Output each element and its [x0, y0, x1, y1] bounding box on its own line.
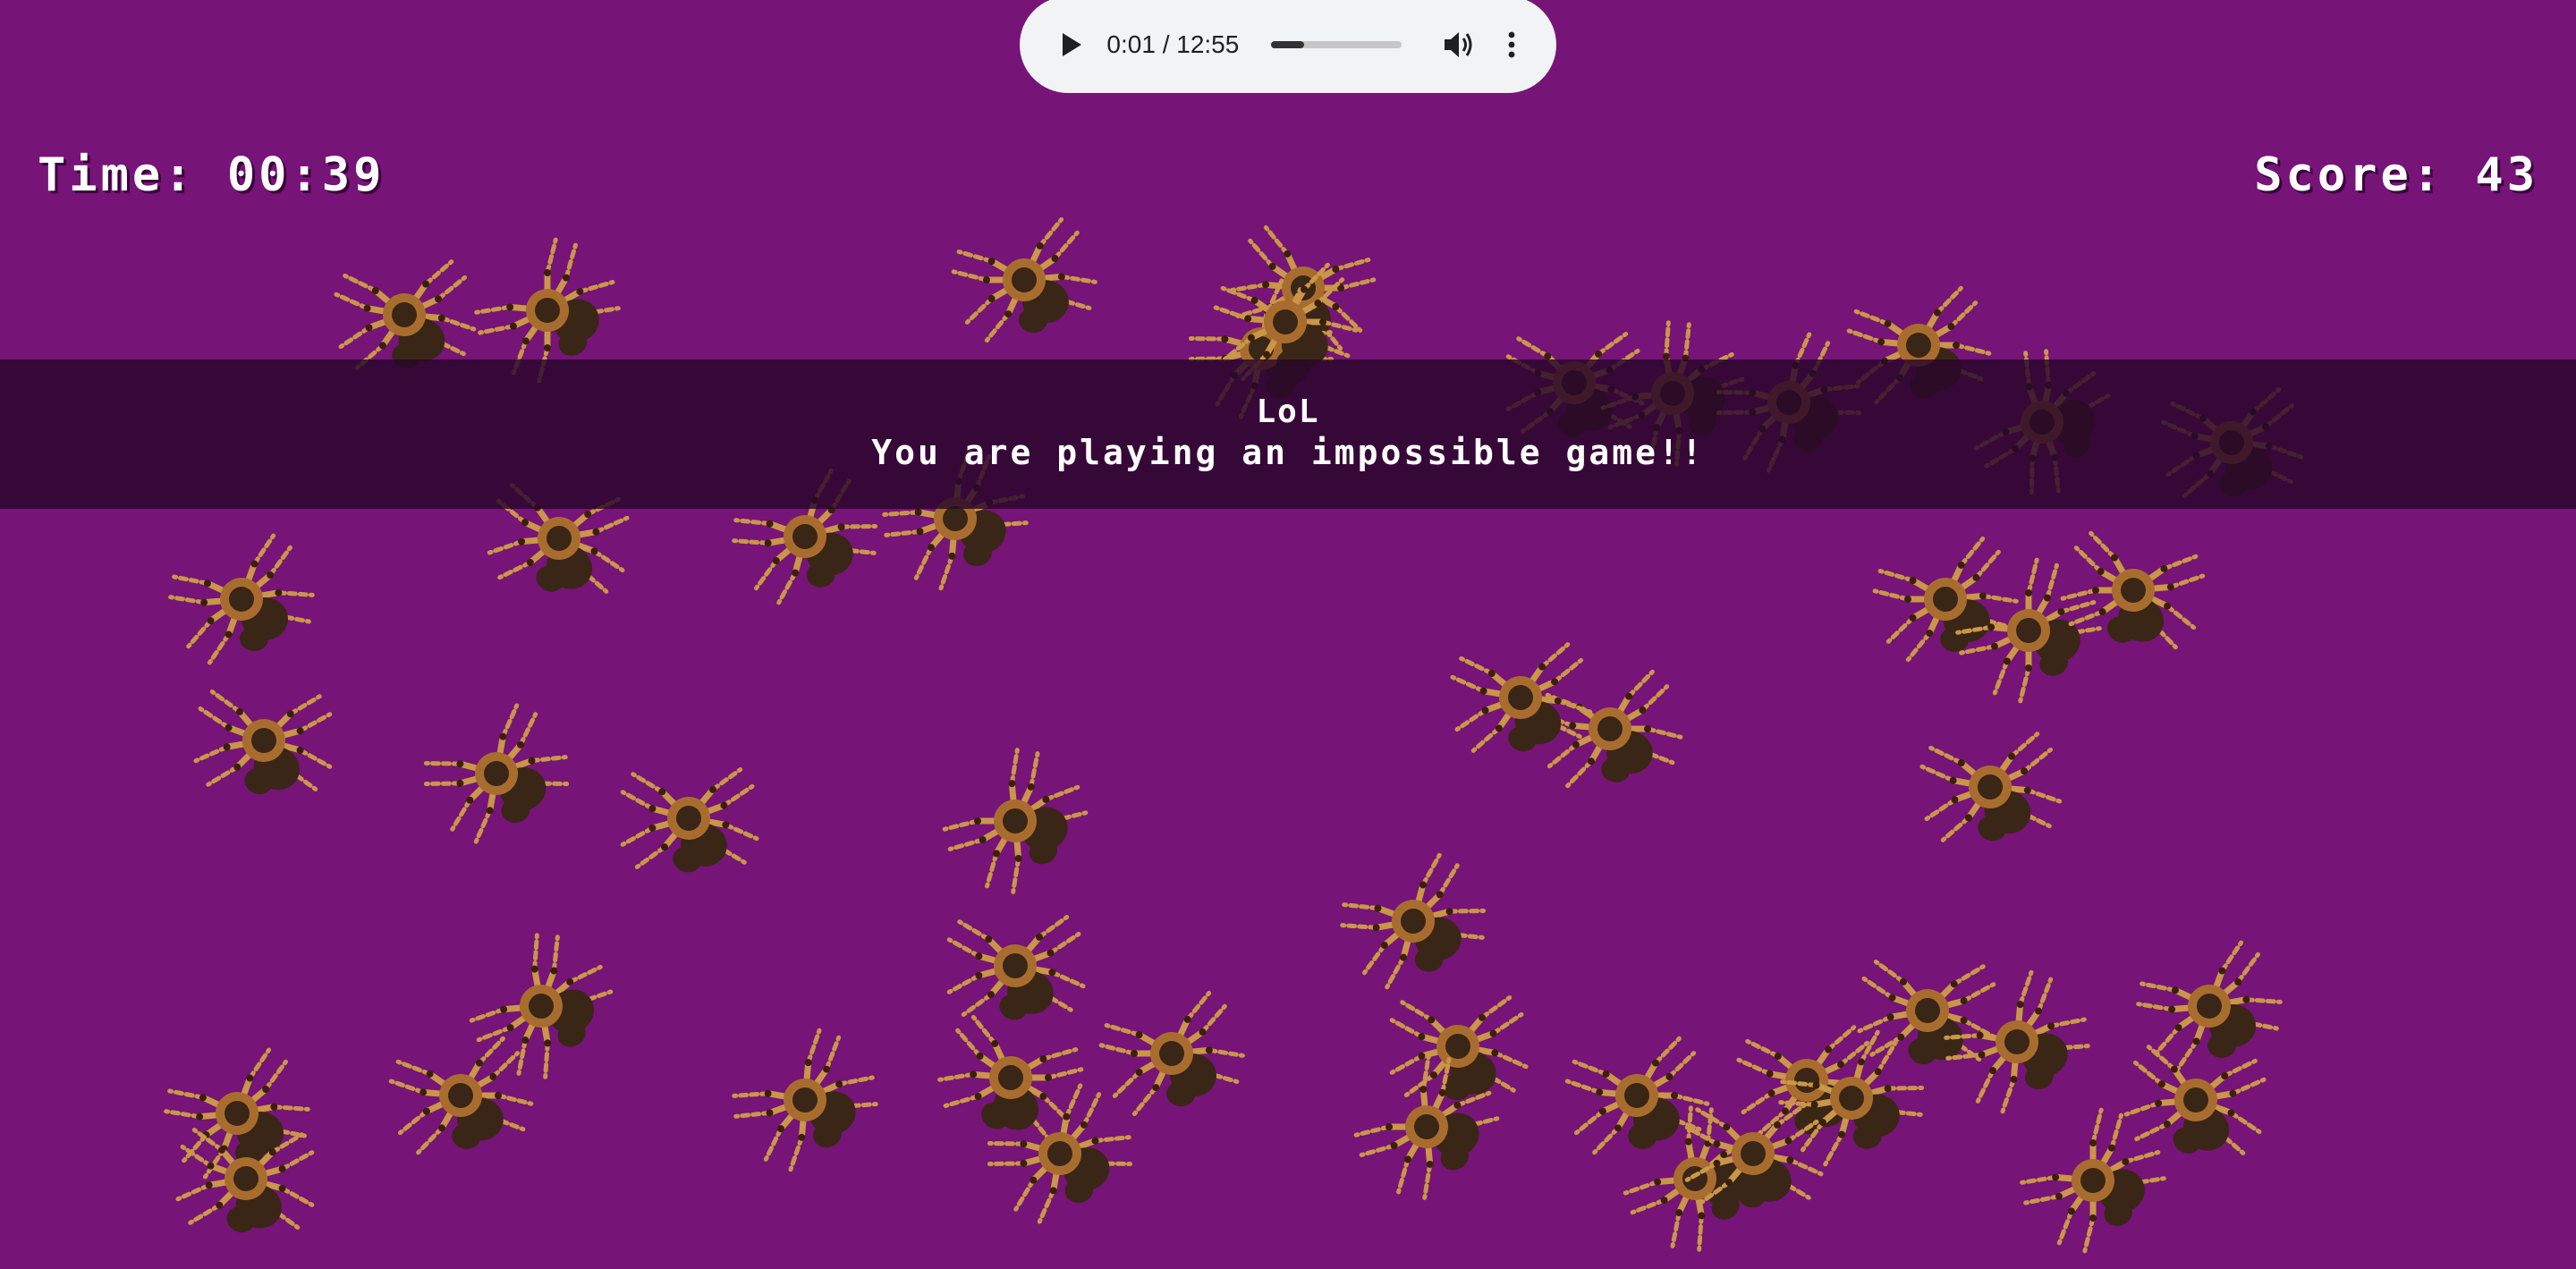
volume-icon — [1444, 32, 1472, 57]
time-display: Time: 00:39 — [38, 148, 386, 202]
spider-target[interactable] — [586, 715, 792, 922]
message-banner: LoL You are playing an impossible game!! — [0, 360, 2576, 509]
audio-progress-slider[interactable] — [1271, 41, 1402, 48]
spider-field[interactable] — [0, 0, 2576, 1269]
game-stage[interactable]: 0:01 / 12:55 Time: 00:39 Score: 43 LoL Y… — [0, 0, 2576, 1269]
play-button[interactable] — [1055, 27, 1087, 63]
spider-target[interactable] — [403, 681, 590, 867]
more-options-button[interactable] — [1503, 27, 1521, 63]
spider-target[interactable] — [936, 192, 1111, 367]
spider-target[interactable] — [1084, 966, 1258, 1140]
spider-target[interactable] — [1892, 689, 2089, 885]
play-icon — [1062, 33, 1081, 56]
volume-button[interactable] — [1441, 27, 1476, 63]
score-display: Score: 43 — [2254, 148, 2538, 202]
audio-player: 0:01 / 12:55 — [1020, 0, 1556, 93]
banner-message: You are playing an impossible game!! — [871, 433, 1705, 472]
spider-target[interactable] — [368, 1003, 555, 1189]
spider-target[interactable] — [707, 1002, 903, 1198]
banner-title: LoL — [1256, 393, 1320, 430]
audio-time-display: 0:01 / 12:55 — [1106, 30, 1240, 58]
more-vertical-icon — [1508, 31, 1515, 58]
audio-progress-fill — [1271, 41, 1305, 48]
